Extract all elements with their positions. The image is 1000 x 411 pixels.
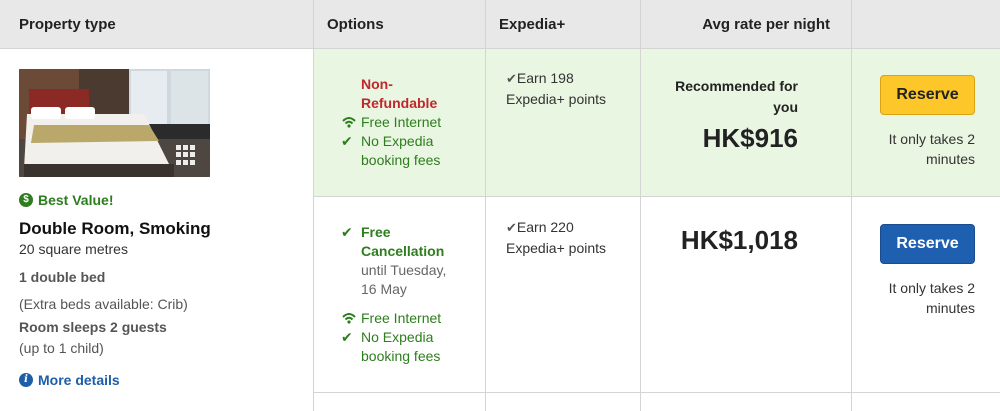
price: HK$916 [702, 123, 798, 153]
column-divider [640, 0, 641, 411]
rate-row-recommended: Non- Refundable Free Internet ✔ No Exped… [313, 49, 1000, 197]
until-line1: until Tuesday, [361, 262, 447, 278]
fees-line2: booking fees [361, 348, 441, 364]
expedia-points: ✔Earn 198 Expedia+ points [506, 68, 606, 110]
column-divider [485, 0, 486, 411]
room-extra-beds: (Extra beds available: Crib) [19, 296, 188, 312]
reserve-button[interactable]: Reserve [880, 75, 975, 115]
header-options: Options [327, 16, 384, 33]
header-avg-rate: Avg rate per night [702, 16, 830, 33]
feature-no-fees: ✔ No Expedia booking fees [341, 328, 441, 366]
takes-line1: It only takes 2 [888, 131, 975, 147]
points-line1: Earn 220 [516, 219, 574, 235]
room-bed: 1 double bed [19, 269, 106, 285]
price: HK$1,018 [680, 225, 798, 255]
room-size: 20 square metres [19, 241, 128, 257]
wifi-icon [341, 114, 357, 130]
feature-free-internet: Free Internet [342, 113, 442, 132]
check-icon: ✔ [341, 224, 353, 240]
reserve-button[interactable]: Reserve [880, 224, 975, 264]
check-icon: ✔ [341, 133, 353, 149]
more-details-link[interactable]: i More details [19, 372, 120, 388]
best-value-badge: $ Best Value! [19, 192, 113, 208]
check-icon: ✔ [341, 329, 353, 345]
check-icon: ✔ [506, 220, 517, 235]
column-divider [851, 0, 852, 411]
takes-note: It only takes 2 minutes [865, 129, 975, 169]
policy-line2: Cancellation [361, 243, 445, 259]
check-icon: ✔ [506, 71, 517, 86]
header-expedia-plus: Expedia+ [499, 16, 566, 33]
feature-free-internet: Free Internet [342, 309, 442, 328]
room-name: Double Room, Smoking [19, 219, 211, 238]
fees-line2: booking fees [361, 152, 441, 168]
recommended-line2: you [773, 99, 798, 115]
policy-line1: Free [361, 224, 391, 240]
gallery-grid-icon[interactable] [176, 145, 196, 165]
dollar-circle-icon: $ [19, 193, 33, 207]
room-info: $ Best Value! Double Room, Smoking 20 sq… [0, 49, 313, 411]
best-value-label: Best Value! [38, 192, 114, 208]
internet-label: Free Internet [361, 114, 442, 130]
info-circle-icon: i [19, 373, 33, 387]
table-header: Property type Options Expedia+ Avg rate … [0, 0, 1000, 49]
column-divider [313, 0, 314, 411]
rate-row: ✔ Free Cancellation until Tuesday, 16 Ma… [313, 197, 1000, 393]
room-children: (up to 1 child) [19, 340, 104, 356]
fees-line1: No Expedia [361, 329, 434, 345]
takes-line1: It only takes 2 [888, 280, 975, 296]
expedia-points: ✔Earn 220 Expedia+ points [506, 217, 606, 259]
recommended-label: Recommended for you [640, 76, 798, 118]
feature-no-fees: ✔ No Expedia booking fees [341, 132, 441, 170]
policy-non-refundable: Non- Refundable [361, 75, 437, 113]
recommended-line1: Recommended for [675, 78, 798, 94]
room-sleeps: Room sleeps 2 guests [19, 319, 167, 335]
more-details-label: More details [38, 372, 120, 388]
until-line2: 16 May [361, 281, 407, 297]
header-property-type: Property type [19, 16, 116, 33]
room-photo[interactable] [19, 69, 210, 177]
takes-note: It only takes 2 minutes [865, 278, 975, 318]
wifi-icon [341, 310, 357, 326]
internet-label: Free Internet [361, 310, 442, 326]
policy-line2: Refundable [361, 95, 438, 111]
policy-free-cancellation: ✔ Free Cancellation until Tuesday, 16 Ma… [341, 223, 447, 299]
takes-line2: minutes [925, 300, 975, 316]
fees-line1: No Expedia [361, 133, 434, 149]
policy-line1: Non- [361, 76, 393, 92]
takes-line2: minutes [925, 151, 975, 167]
rate-row-partial [313, 393, 1000, 411]
points-line2: Expedia+ points [506, 91, 607, 107]
points-line2: Expedia+ points [506, 240, 607, 256]
points-line1: Earn 198 [516, 70, 574, 86]
